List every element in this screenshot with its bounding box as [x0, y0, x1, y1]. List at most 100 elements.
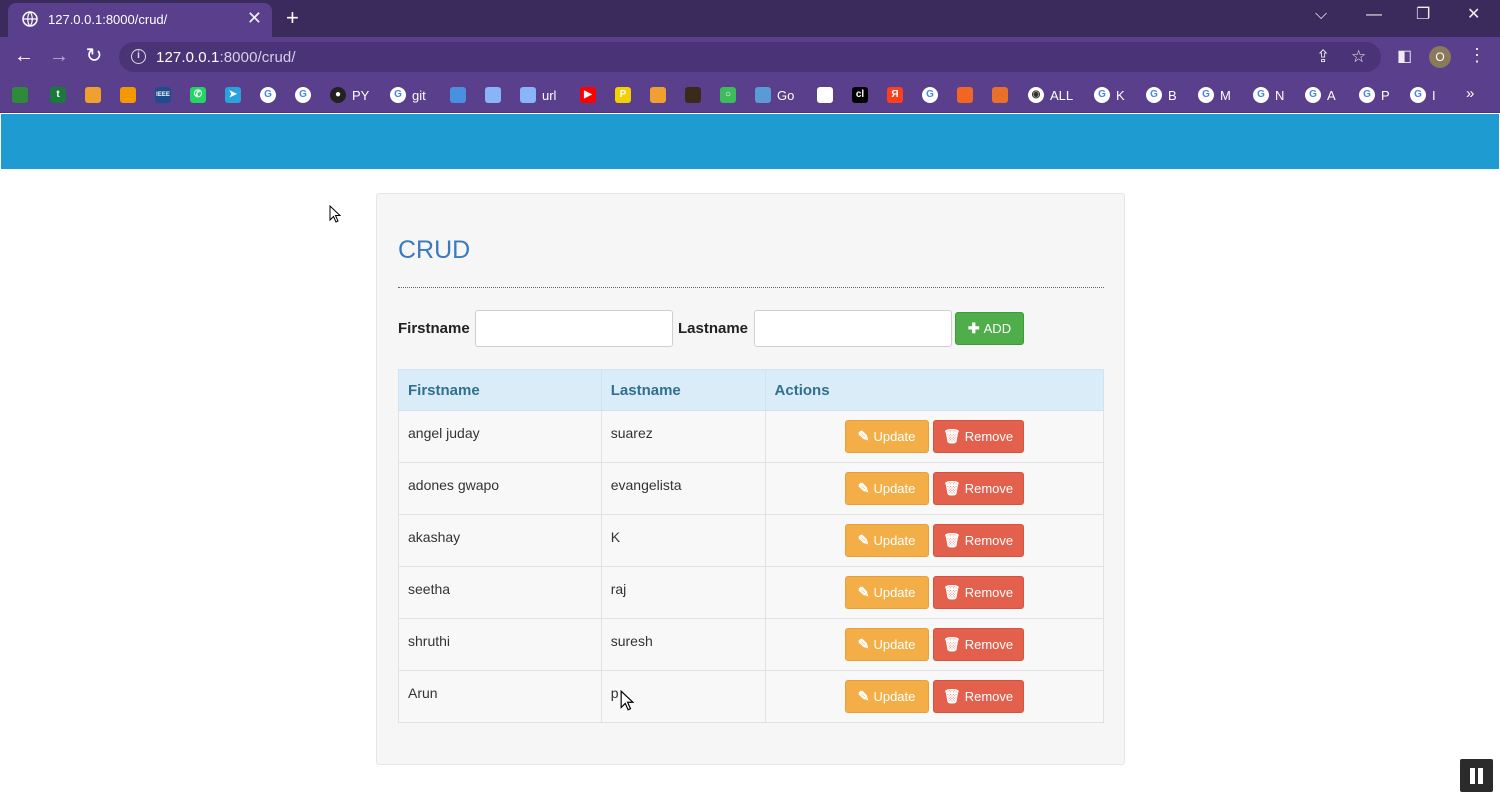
bookmark-label: PY	[352, 87, 370, 103]
trash-icon: 🗑	[942, 480, 961, 496]
update-button[interactable]: ✎ Update	[844, 628, 929, 661]
update-button[interactable]: ✎ Update	[844, 472, 929, 505]
bookmark-item[interactable]: Ggit	[390, 86, 426, 104]
back-arrow-icon[interactable]: ←	[12, 45, 36, 67]
lastname-label: Lastname	[678, 320, 749, 337]
bookmark-item[interactable]: G	[922, 86, 944, 104]
update-button[interactable]: ✎ Update	[844, 524, 929, 557]
remove-button[interactable]: 🗑 Remove	[932, 628, 1024, 661]
bookmark-item[interactable]	[12, 86, 34, 104]
bookmark-item[interactable]: ▶	[580, 86, 602, 104]
profile-avatar[interactable]: O	[1429, 46, 1451, 68]
lastname-input[interactable]	[754, 310, 952, 347]
bookmark-item[interactable]: IEEE	[155, 86, 177, 104]
wifi-icon	[520, 87, 536, 103]
bookmark-item[interactable]: url	[520, 86, 556, 104]
mouse-cursor-icon	[620, 690, 634, 711]
bookmark-item[interactable]: ✆	[190, 86, 212, 104]
share-icon[interactable]: ⇪	[1316, 47, 1330, 67]
pause-icon[interactable]	[1460, 759, 1493, 792]
bookmark-item[interactable]: GN	[1253, 86, 1284, 104]
remove-button-label: Remove	[964, 585, 1014, 600]
bookmark-item[interactable]: G	[295, 86, 317, 104]
google-icon: G	[1146, 87, 1162, 103]
bookmark-item[interactable]: Go	[755, 86, 794, 104]
firstname-input[interactable]	[475, 310, 673, 347]
cell-firstname: shruthi	[398, 618, 602, 671]
new-tab-button[interactable]: +	[286, 5, 299, 31]
update-button[interactable]: ✎ Update	[844, 680, 929, 713]
bookmark-item[interactable]: GA	[1305, 86, 1336, 104]
more-bookmarks-icon[interactable]: »	[1466, 85, 1474, 102]
update-button-label: Update	[873, 429, 916, 444]
address-bar[interactable]: i 127.0.0.1:8000/crud/ ⇪ ☆	[119, 42, 1381, 72]
update-button[interactable]: ✎ Update	[844, 420, 929, 453]
close-tab-icon[interactable]: ✕	[247, 9, 262, 27]
bookmark-item[interactable]: GI	[1410, 86, 1436, 104]
minimize-button[interactable]: —	[1366, 5, 1382, 25]
window-close-button[interactable]: ✕	[1467, 5, 1480, 25]
plus-icon: t	[50, 87, 66, 103]
table-row: Arun p ✎ Update 🗑 Remove	[398, 670, 1105, 723]
bookmark-item[interactable]	[120, 86, 142, 104]
github-icon: ●	[330, 87, 346, 103]
restore-button[interactable]: ❐	[1416, 5, 1430, 25]
bookmark-item[interactable]	[450, 86, 472, 104]
tab-search-icon[interactable]: ⌵	[1315, 5, 1327, 25]
bookmark-item[interactable]: GK	[1094, 86, 1125, 104]
remove-button-label: Remove	[964, 481, 1014, 496]
bookmarks-bar: » t IEEE ✆ ➤ G G ● PY Ggit url ▶ P ○ Go cl Я G ◉ ALL G K G B G M…	[0, 77, 1500, 113]
cell-firstname: akashay	[398, 514, 602, 567]
reload-icon[interactable]: ↻	[82, 45, 106, 67]
bookmark-item[interactable]: GB	[1146, 86, 1177, 104]
firstname-label: Firstname	[398, 320, 470, 337]
bookmark-item[interactable]: GP	[1359, 86, 1390, 104]
bookmark-item[interactable]	[85, 86, 107, 104]
add-button[interactable]: ✚ ADD	[955, 312, 1024, 345]
cell-actions: ✎ Update 🗑 Remove	[764, 566, 1105, 619]
bookmark-item[interactable]: ○	[720, 86, 742, 104]
swirl-icon	[755, 87, 771, 103]
bookmark-item[interactable]	[817, 86, 839, 104]
bookmark-item[interactable]	[685, 86, 707, 104]
browser-tab[interactable]: 127.0.0.1:8000/crud/ ✕	[8, 3, 272, 37]
forward-arrow-icon[interactable]: →	[47, 45, 71, 67]
bookmark-item[interactable]: cl	[852, 86, 874, 104]
bookmark-item[interactable]: Я	[887, 86, 909, 104]
bookmark-label: P	[1381, 87, 1390, 103]
cell-actions: ✎ Update 🗑 Remove	[764, 670, 1105, 723]
bookmark-star-icon[interactable]: ☆	[1351, 47, 1366, 67]
bookmark-item[interactable]	[485, 86, 507, 104]
site-info-icon[interactable]: i	[131, 49, 146, 64]
bookmark-item[interactable]	[957, 86, 979, 104]
update-button[interactable]: ✎ Update	[844, 576, 929, 609]
bookmark-item[interactable]	[992, 86, 1014, 104]
youtube-icon: ▶	[580, 87, 596, 103]
bookmark-item[interactable]: P	[615, 86, 637, 104]
cell-actions: ✎ Update 🗑 Remove	[764, 514, 1105, 567]
drive-icon	[12, 87, 28, 103]
bookmark-item[interactable]: GM	[1198, 86, 1231, 104]
edit-icon: ✎	[857, 428, 870, 444]
bookmark-item[interactable]: G	[260, 86, 282, 104]
cell-actions: ✎ Update 🗑 Remove	[764, 410, 1105, 463]
bookmark-item[interactable]: t	[50, 86, 72, 104]
url-text: 127.0.0.1:8000/crud/	[156, 49, 296, 66]
bookmark-item[interactable]: ◉ ALL	[1028, 86, 1073, 104]
add-button-label: ADD	[983, 321, 1012, 336]
remove-button[interactable]: 🗑 Remove	[932, 420, 1024, 453]
bookmark-item[interactable]: ● PY	[330, 86, 369, 104]
remove-button[interactable]: 🗑 Remove	[932, 680, 1024, 713]
google-icon: G	[922, 87, 938, 103]
remove-button[interactable]: 🗑 Remove	[932, 576, 1024, 609]
edit-icon: ✎	[857, 480, 870, 496]
bookmark-item[interactable]: ➤	[225, 86, 247, 104]
cell-lastname: raj	[600, 566, 766, 619]
remove-button[interactable]: 🗑 Remove	[932, 524, 1024, 557]
bookmark-item[interactable]	[650, 86, 672, 104]
remove-button[interactable]: 🗑 Remove	[932, 472, 1024, 505]
trash-icon: 🗑	[942, 688, 961, 704]
browser-menu-icon[interactable]: ⋮	[1468, 45, 1486, 65]
edit-icon: ✎	[857, 584, 870, 600]
side-panel-icon[interactable]: ◧	[1397, 46, 1412, 66]
